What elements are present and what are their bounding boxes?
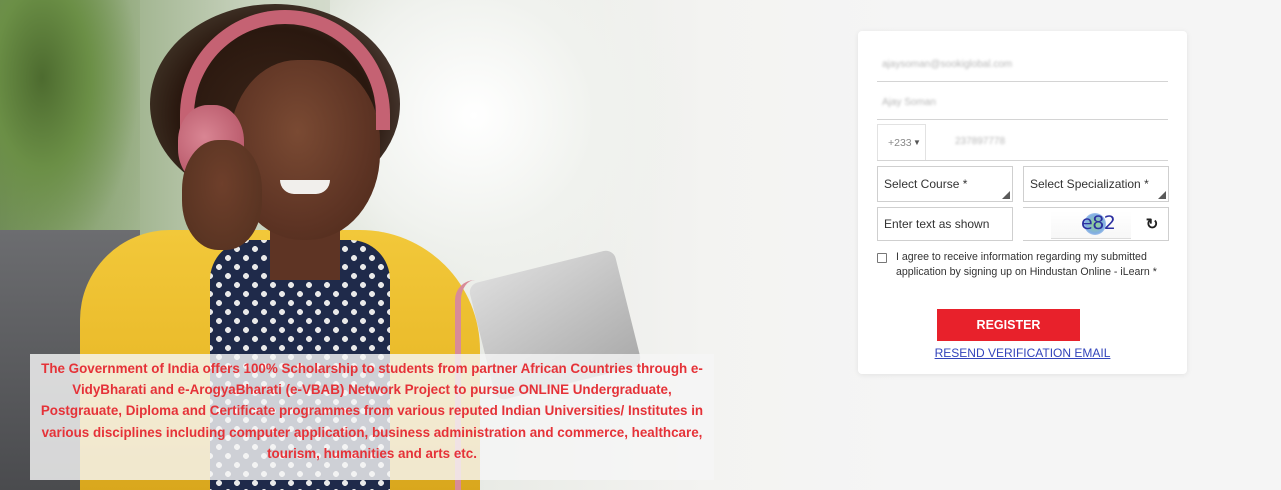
captcha-image: e82 bbox=[1051, 211, 1131, 239]
country-code-value: +233 bbox=[888, 137, 912, 149]
name-value[interactable]: Ajay Soman bbox=[882, 86, 1152, 119]
refresh-icon[interactable]: ↻ bbox=[1142, 215, 1162, 235]
phone-field: +233 ▼ 237897778 bbox=[877, 124, 1168, 161]
captcha-box: e82 ↻ bbox=[1023, 207, 1169, 241]
course-select[interactable]: Select Course * bbox=[877, 166, 1013, 202]
specialization-select-label: Select Specialization * bbox=[1030, 177, 1149, 191]
resend-verification-link[interactable]: RESEND VERIFICATION EMAIL bbox=[877, 346, 1168, 360]
consent-checkbox[interactable] bbox=[877, 253, 887, 263]
resize-corner-icon bbox=[1158, 191, 1166, 199]
course-select-label: Select Course * bbox=[884, 177, 968, 191]
country-code-select[interactable]: +233 ▼ bbox=[877, 124, 926, 160]
email-value[interactable]: ajaysoman@sookiglobal.com bbox=[882, 48, 1152, 81]
chevron-down-icon: ▼ bbox=[913, 138, 921, 147]
specialization-select[interactable]: Select Specialization * bbox=[1023, 166, 1169, 202]
consent-label: I agree to receive information regarding… bbox=[896, 251, 1157, 278]
captcha-input[interactable]: Enter text as shown bbox=[877, 207, 1013, 241]
registration-form: ajaysoman@sookiglobal.com Ajay Soman +23… bbox=[858, 31, 1187, 374]
email-field[interactable]: ajaysoman@sookiglobal.com bbox=[877, 48, 1168, 82]
captcha-text: e82 bbox=[1081, 212, 1116, 234]
phone-input[interactable]: 237897778 bbox=[955, 124, 1005, 160]
register-button[interactable]: REGISTER bbox=[937, 309, 1080, 341]
scholarship-caption: The Government of India offers 100% Scho… bbox=[30, 354, 714, 480]
resize-corner-icon bbox=[1002, 191, 1010, 199]
name-field[interactable]: Ajay Soman bbox=[877, 86, 1168, 120]
